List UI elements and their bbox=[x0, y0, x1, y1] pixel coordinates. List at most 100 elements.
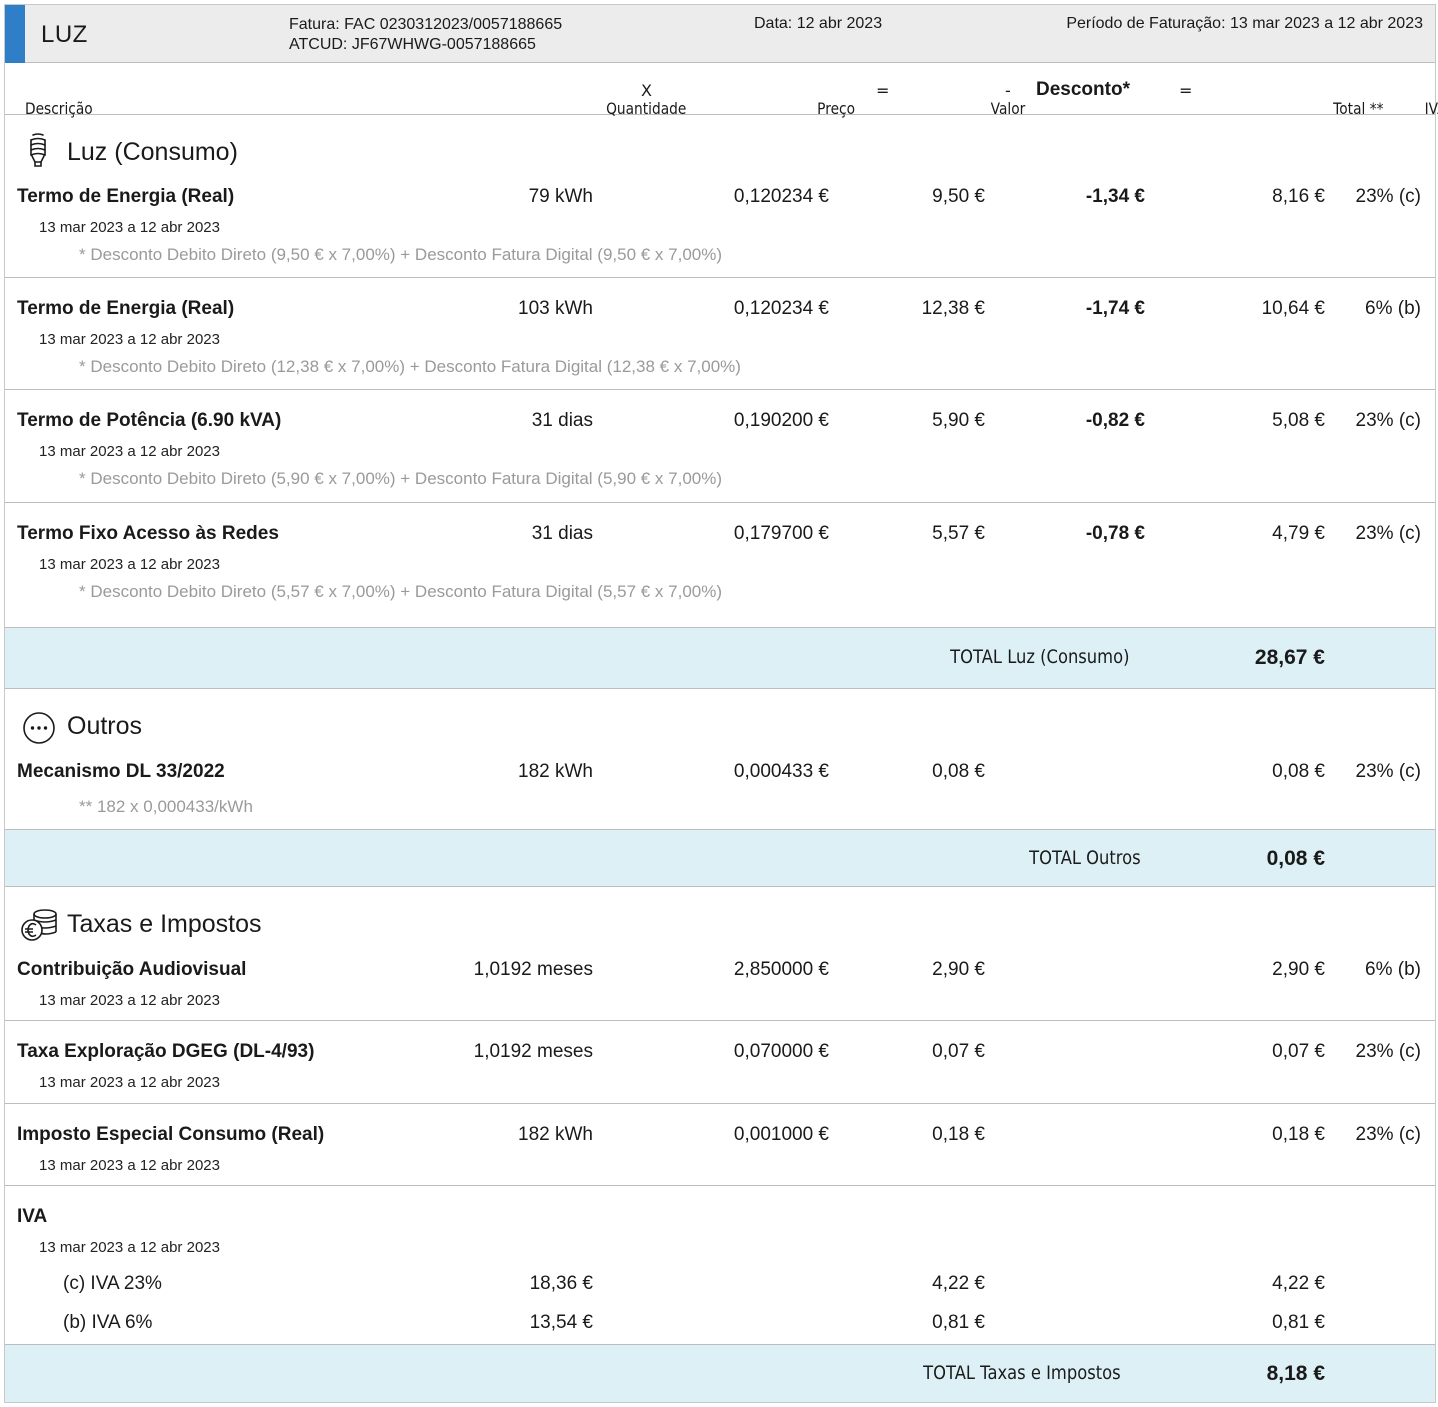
item-name: Contribuição Audiovisual bbox=[17, 959, 247, 980]
coins-euro-icon bbox=[21, 909, 57, 941]
item-discount-note: * Desconto Debito Direto (5,90 € x 7,00%… bbox=[79, 469, 723, 488]
row-divider bbox=[5, 1020, 1435, 1021]
header-accent-bar bbox=[5, 5, 25, 63]
iva-period: 13 mar 2023 a 12 abr 2023 bbox=[39, 1239, 220, 1256]
iva-line-total: 4,22 € bbox=[1272, 1273, 1325, 1294]
item-value: 12,38 € bbox=[921, 298, 985, 319]
section-title-taxas: Taxas e Impostos bbox=[67, 910, 262, 938]
item-value: 5,90 € bbox=[932, 410, 985, 431]
item-price: 2,850000 € bbox=[733, 959, 829, 980]
invoice-header: LUZ Fatura: FAC 0230312023/0057188665 AT… bbox=[5, 5, 1435, 63]
row-divider bbox=[5, 1103, 1435, 1104]
row-divider bbox=[5, 389, 1435, 390]
item-period: 13 mar 2023 a 12 abr 2023 bbox=[39, 1157, 220, 1174]
item-iva: 23% (c) bbox=[1355, 761, 1421, 782]
item-price: 0,000433 € bbox=[733, 761, 829, 782]
item-discount-note: * Desconto Debito Direto (5,57 € x 7,00%… bbox=[79, 582, 723, 601]
more-icon bbox=[23, 712, 55, 744]
item-qty: 182 kWh bbox=[518, 1124, 593, 1145]
column-headers: Descrição Quantidade X Preço = Valor - D… bbox=[5, 63, 1438, 118]
item-total: 4,79 € bbox=[1272, 523, 1325, 544]
item-total: 0,07 € bbox=[1272, 1041, 1325, 1062]
item-qty: 31 dias bbox=[531, 523, 593, 544]
invoice-ids: Fatura: FAC 0230312023/0057188665 ATCUD:… bbox=[289, 15, 562, 55]
item-name: Termo Fixo Acesso às Redes bbox=[17, 523, 279, 544]
item-total: 2,90 € bbox=[1272, 959, 1325, 980]
item-value: 2,90 € bbox=[932, 959, 985, 980]
item-price: 0,001000 € bbox=[733, 1124, 829, 1145]
item-iva: 23% (c) bbox=[1355, 410, 1421, 431]
item-period: 13 mar 2023 a 12 abr 2023 bbox=[39, 443, 220, 460]
item-name: Taxa Exploração DGEG (DL-4/93) bbox=[17, 1041, 315, 1062]
iva-line-value: 4,22 € bbox=[932, 1273, 985, 1294]
item-price: 0,070000 € bbox=[733, 1041, 829, 1062]
row-divider bbox=[5, 1185, 1435, 1186]
item-name: Mecanismo DL 33/2022 bbox=[17, 761, 225, 782]
item-iva: 23% (c) bbox=[1355, 523, 1421, 544]
item-value: 0,08 € bbox=[932, 761, 985, 782]
item-total: 0,08 € bbox=[1272, 761, 1325, 782]
item-price: 0,120234 € bbox=[733, 186, 829, 207]
item-name: Termo de Energia (Real) bbox=[17, 186, 235, 207]
item-value: 0,07 € bbox=[932, 1041, 985, 1062]
billing-period: Período de Faturação: 13 mar 2023 a 12 a… bbox=[1066, 15, 1423, 32]
col-eq2: = bbox=[1179, 81, 1193, 100]
item-discount-note: * Desconto Debito Direto (9,50 € x 7,00%… bbox=[79, 245, 723, 264]
item-total: 5,08 € bbox=[1272, 410, 1325, 431]
iva-title: IVA bbox=[17, 1206, 48, 1227]
item-period: 13 mar 2023 a 12 abr 2023 bbox=[39, 219, 220, 236]
item-qty: 182 kWh bbox=[518, 761, 593, 782]
item-qty: 1,0192 meses bbox=[473, 1041, 593, 1062]
item-qty: 1,0192 meses bbox=[473, 959, 593, 980]
item-period: 13 mar 2023 a 12 abr 2023 bbox=[39, 1074, 220, 1091]
item-iva: 23% (c) bbox=[1355, 1124, 1421, 1145]
item-period: 13 mar 2023 a 12 abr 2023 bbox=[39, 331, 220, 348]
col-x: X bbox=[641, 81, 652, 100]
item-qty: 103 kWh bbox=[518, 298, 593, 319]
item-discount-note: * Desconto Debito Direto (12,38 € x 7,00… bbox=[79, 357, 741, 376]
total-value: 8,18 € bbox=[1266, 1362, 1325, 1385]
row-divider bbox=[5, 277, 1435, 278]
col-minus: - bbox=[1005, 81, 1011, 100]
item-calc-note: ** 182 x 0,000433/kWh bbox=[79, 797, 253, 816]
total-value: 28,67 € bbox=[1254, 646, 1325, 669]
item-discount: -1,74 € bbox=[1085, 298, 1145, 319]
item-iva: 23% (c) bbox=[1355, 1041, 1421, 1062]
iva-line-base: 18,36 € bbox=[529, 1273, 593, 1294]
total-value: 0,08 € bbox=[1266, 847, 1325, 870]
invoice-number: Fatura: FAC 0230312023/0057188665 bbox=[289, 16, 563, 33]
item-discount: -0,82 € bbox=[1085, 410, 1145, 431]
iva-line-label: (b) IVA 6% bbox=[63, 1312, 153, 1333]
iva-line-base: 13,54 € bbox=[529, 1312, 593, 1333]
lightbulb-icon bbox=[30, 133, 46, 167]
iva-line-total: 0,81 € bbox=[1272, 1312, 1325, 1333]
item-iva: 6% (b) bbox=[1365, 959, 1421, 980]
iva-line-label: (c) IVA 23% bbox=[63, 1273, 162, 1294]
item-period: 13 mar 2023 a 12 abr 2023 bbox=[39, 556, 220, 573]
item-discount: -1,34 € bbox=[1085, 186, 1145, 207]
item-name: Imposto Especial Consumo (Real) bbox=[17, 1124, 325, 1145]
row-divider bbox=[5, 502, 1435, 503]
item-total: 8,16 € bbox=[1272, 186, 1325, 207]
item-qty: 31 dias bbox=[531, 410, 593, 431]
item-iva: 23% (c) bbox=[1355, 186, 1421, 207]
item-value: 5,57 € bbox=[932, 523, 985, 544]
item-value: 9,50 € bbox=[932, 186, 985, 207]
atcud-code: ATCUD: JF67WHWG-0057188665 bbox=[289, 36, 536, 53]
item-price: 0,120234 € bbox=[733, 298, 829, 319]
invoice-frame: LUZ Fatura: FAC 0230312023/0057188665 AT… bbox=[4, 4, 1438, 1403]
iva-line-value: 0,81 € bbox=[932, 1312, 985, 1333]
item-period: 13 mar 2023 a 12 abr 2023 bbox=[39, 992, 220, 1009]
col-desconto: Desconto* bbox=[1036, 79, 1130, 100]
section-title-luz: Luz (Consumo) bbox=[67, 138, 238, 166]
total-band-luz: TOTAL Luz (Consumo) 28,67 € bbox=[5, 627, 1435, 689]
item-total: 0,18 € bbox=[1272, 1124, 1325, 1145]
col-eq1: = bbox=[876, 81, 890, 100]
item-price: 0,190200 € bbox=[733, 410, 829, 431]
section-heading: LUZ bbox=[41, 21, 88, 48]
total-label: TOTAL Taxas e Impostos bbox=[923, 1362, 1121, 1384]
item-price: 0,179700 € bbox=[733, 523, 829, 544]
total-band-outros: TOTAL Outros 0,08 € bbox=[5, 829, 1435, 887]
invoice-date: Data: 12 abr 2023 bbox=[754, 15, 883, 32]
item-qty: 79 kWh bbox=[528, 186, 593, 207]
